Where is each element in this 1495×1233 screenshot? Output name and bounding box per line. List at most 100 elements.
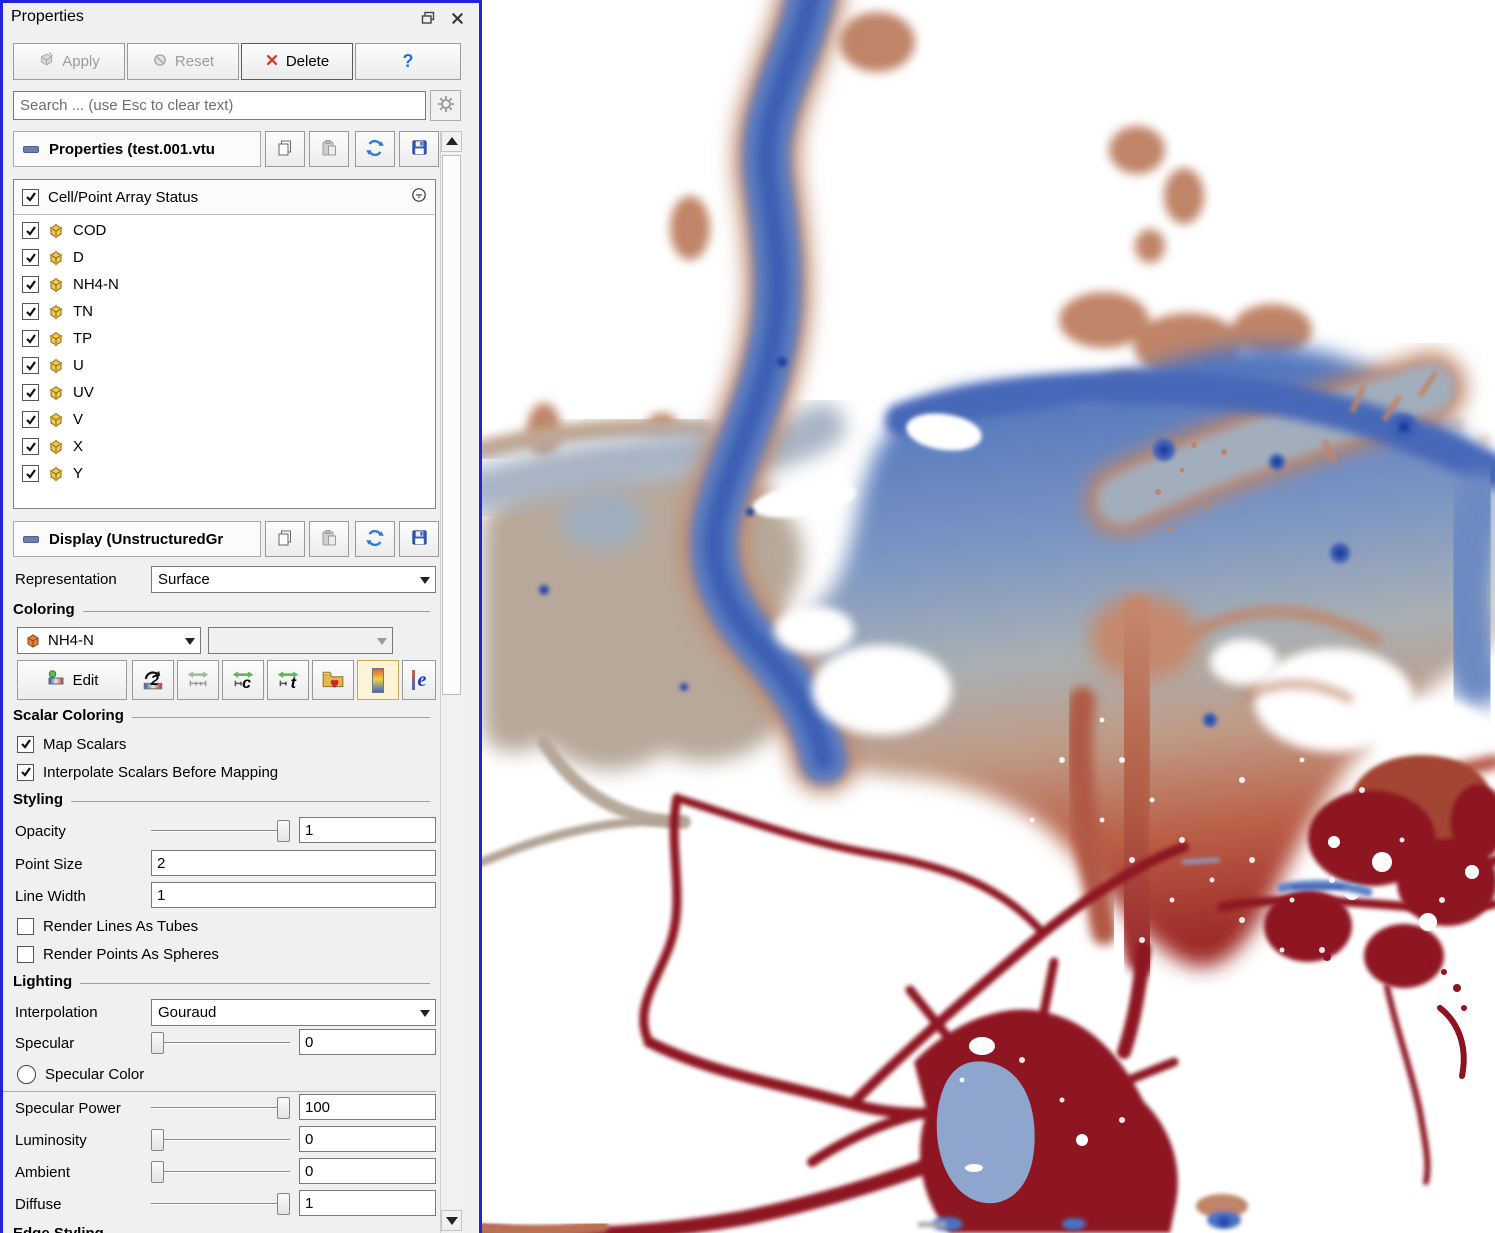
checkbox-checked[interactable]: [22, 249, 39, 266]
specular-color-radio[interactable]: Specular Color: [17, 1064, 144, 1084]
render-lines-as-tubes-checkbox[interactable]: Render Lines As Tubes: [17, 916, 198, 936]
properties-section-header[interactable]: Properties (test.001.vtu: [13, 131, 261, 167]
point-size-input[interactable]: [151, 850, 436, 876]
interpolation-combo[interactable]: Gouraud: [151, 999, 436, 1026]
rescale-to-custom-range-button[interactable]: c: [222, 660, 264, 700]
help-icon: ?: [403, 51, 414, 72]
opacity-input[interactable]: [299, 817, 436, 843]
radio-icon[interactable]: [17, 1065, 36, 1084]
array-menu-icon[interactable]: [411, 187, 427, 207]
panel-scrollbar[interactable]: [440, 131, 463, 1233]
representation-combo[interactable]: Surface: [151, 566, 436, 593]
ambient-input[interactable]: [299, 1158, 436, 1184]
help-button[interactable]: ?: [355, 43, 461, 80]
array-item-cod[interactable]: COD: [14, 217, 435, 244]
checkbox-checked[interactable]: [22, 384, 39, 401]
copy-display-button[interactable]: [265, 521, 305, 557]
reset-button[interactable]: Reset: [127, 43, 239, 80]
save-display-button[interactable]: [399, 521, 439, 557]
close-panel-icon[interactable]: [447, 8, 467, 28]
array-item-u[interactable]: U: [14, 352, 435, 379]
rescale-to-data-range-button[interactable]: 2: [132, 660, 174, 700]
render-points-as-spheres-checkbox[interactable]: Render Points As Spheres: [17, 944, 219, 964]
array-status-checkbox[interactable]: [22, 189, 39, 206]
specular-power-input[interactable]: [299, 1094, 436, 1120]
checkbox-checked[interactable]: [22, 411, 39, 428]
reload-properties-button[interactable]: [355, 131, 395, 167]
display-section-header[interactable]: Display (UnstructuredGr: [13, 521, 261, 557]
slider-handle[interactable]: [277, 820, 290, 842]
scrollbar-thumb[interactable]: [442, 155, 461, 695]
array-item-y[interactable]: Y: [14, 460, 435, 487]
paste-properties-button[interactable]: [309, 131, 349, 167]
specular-power-slider[interactable]: [151, 1097, 290, 1119]
checkbox-unchecked[interactable]: [17, 946, 34, 963]
map-scalars-checkbox[interactable]: Map Scalars: [17, 734, 126, 754]
choose-preset-button[interactable]: [312, 660, 354, 700]
checkbox-checked[interactable]: [22, 222, 39, 239]
array-item-tn[interactable]: TN: [14, 298, 435, 325]
luminosity-slider[interactable]: [151, 1129, 290, 1151]
rescale-to-temporal-range-button[interactable]: t: [267, 660, 309, 700]
array-item-nh4n[interactable]: NH4-N: [14, 271, 435, 298]
collapse-icon[interactable]: [23, 146, 39, 153]
edit-colormap-button[interactable]: Edit: [17, 660, 127, 700]
checkbox-checked[interactable]: [17, 764, 34, 781]
array-status-header[interactable]: Cell/Point Array Status: [14, 180, 435, 215]
scroll-down-icon[interactable]: [441, 1210, 462, 1231]
specular-slider[interactable]: [151, 1032, 290, 1054]
array-item-x[interactable]: X: [14, 433, 435, 460]
slider-handle[interactable]: [151, 1032, 164, 1054]
show-color-legend-button[interactable]: [357, 660, 399, 700]
reload-display-button[interactable]: [355, 521, 395, 557]
slider-handle[interactable]: [277, 1097, 290, 1119]
point-array-icon: [47, 438, 65, 456]
array-item-tp[interactable]: TP: [14, 325, 435, 352]
paste-display-button[interactable]: [309, 521, 349, 557]
opacity-slider[interactable]: [151, 820, 290, 842]
checkbox-checked[interactable]: [22, 465, 39, 482]
paraview-window: Properties Apply Reset Delete ?: [0, 0, 1495, 1233]
checkbox-unchecked[interactable]: [17, 918, 34, 935]
specular-input[interactable]: [299, 1029, 436, 1055]
render-view[interactable]: [482, 0, 1495, 1233]
array-item-uv[interactable]: UV: [14, 379, 435, 406]
diffuse-slider[interactable]: [151, 1193, 290, 1215]
checkbox-checked[interactable]: [22, 303, 39, 320]
chevron-down-icon: [180, 628, 200, 653]
interpolate-scalars-checkbox[interactable]: Interpolate Scalars Before Mapping: [17, 762, 278, 782]
checkbox-checked[interactable]: [22, 357, 39, 374]
apply-button[interactable]: Apply: [13, 43, 125, 80]
point-array-icon: [47, 303, 65, 321]
ambient-slider[interactable]: [151, 1161, 290, 1183]
slider-handle[interactable]: [151, 1161, 164, 1183]
slider-handle[interactable]: [277, 1193, 290, 1215]
rescale-to-visible-range-button[interactable]: [177, 660, 219, 700]
array-item-d[interactable]: D: [14, 244, 435, 271]
copy-properties-button[interactable]: [265, 131, 305, 167]
color-component-combo[interactable]: [208, 627, 393, 654]
scroll-up-icon[interactable]: [441, 131, 462, 152]
refresh-icon: [365, 138, 385, 161]
styling-heading: Styling: [13, 791, 430, 808]
search-settings-button[interactable]: [430, 90, 461, 121]
diffuse-input[interactable]: [299, 1190, 436, 1216]
point-array-icon: [47, 411, 65, 429]
search-input[interactable]: [13, 91, 426, 120]
float-panel-icon[interactable]: [418, 8, 438, 28]
edit-color-legend-button[interactable]: e: [402, 660, 436, 700]
point-array-icon: [47, 330, 65, 348]
line-width-input[interactable]: [151, 882, 436, 908]
color-array-combo[interactable]: NH4-N: [17, 627, 201, 654]
luminosity-input[interactable]: [299, 1126, 436, 1152]
save-properties-button[interactable]: [399, 131, 439, 167]
checkbox-checked[interactable]: [22, 276, 39, 293]
luminosity-label: Luminosity: [15, 1127, 87, 1154]
delete-button[interactable]: Delete: [241, 43, 353, 80]
checkbox-checked[interactable]: [22, 438, 39, 455]
checkbox-checked[interactable]: [22, 330, 39, 347]
checkbox-checked[interactable]: [17, 736, 34, 753]
slider-handle[interactable]: [151, 1129, 164, 1151]
collapse-icon[interactable]: [23, 536, 39, 543]
array-item-v[interactable]: V: [14, 406, 435, 433]
